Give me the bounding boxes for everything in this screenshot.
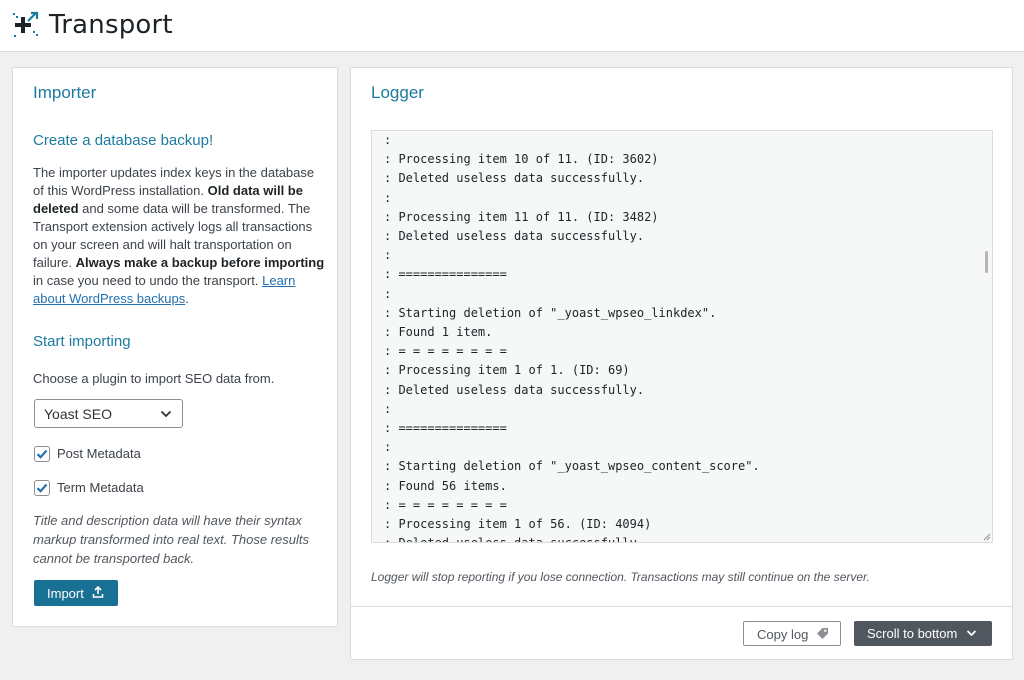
scroll-to-bottom-label: Scroll to bottom [867,626,958,641]
log-scrollbar[interactable] [985,251,988,273]
chevron-down-icon [160,410,172,418]
chevron-down-icon [966,630,977,637]
log-line: : [384,248,392,263]
app-title: Transport [49,10,173,40]
log-line: : =============== [384,267,507,282]
log-line: : Starting deletion of "_yoast_wpseo_con… [384,459,760,474]
backup-heading: Create a database backup! [33,132,214,149]
log-line: : Deleted useless data successfully. [384,382,645,397]
transform-note: Title and description data will have the… [33,513,310,566]
copy-log-label: Copy log [757,627,809,642]
log-line: : =============== [384,421,507,436]
log-line: : [384,401,392,416]
logger-connection-note: Logger will stop reporting if you lose c… [371,570,870,584]
log-line: : Processing item 11 of 11. (ID: 3482) [384,209,659,224]
import-button[interactable]: Import [34,580,118,606]
log-line: : Starting deletion of "_yoast_wpseo_lin… [384,305,717,320]
logger-title: Logger [371,83,424,102]
upload-icon [92,586,104,598]
choose-plugin-label: Choose a plugin to import SEO data from. [33,371,275,386]
plugin-select-value: Yoast SEO [44,406,112,422]
import-button-label: Import [47,586,84,601]
resize-handle-icon[interactable] [982,532,991,541]
log-line: : Processing item 1 of 1. (ID: 69) [384,363,630,378]
log-line: : = = = = = = = = [384,497,507,512]
term-metadata-label: Term Metadata [57,480,144,495]
tag-icon [817,628,828,639]
plugin-select[interactable]: Yoast SEO [34,399,183,428]
importer-panel: Importer Create a database backup! The i… [12,67,338,627]
log-line: : [384,190,392,205]
top-bar: Transport [0,0,1024,52]
logger-panel: Logger :: Processing item 10 of 11. (ID:… [350,67,1013,660]
post-metadata-checkbox[interactable] [34,446,50,462]
copy-log-button[interactable]: Copy log [743,621,841,646]
log-line: : [384,133,392,147]
importer-title: Importer [33,83,97,102]
log-line: : [384,286,392,301]
log-line: : Processing item 10 of 11. (ID: 3602) [384,152,659,167]
backup-description: The importer updates index keys in the d… [33,165,325,306]
log-line: : Found 1 item. [384,325,493,340]
transport-logo-icon [13,11,39,37]
scroll-to-bottom-button[interactable]: Scroll to bottom [854,621,992,646]
log-line: : Deleted useless data successfully. [384,229,645,244]
logger-footer-divider [351,606,1012,607]
start-importing-heading: Start importing [33,333,131,350]
log-lines: :: Processing item 10 of 11. (ID: 3602):… [384,131,760,542]
log-line: : Deleted useless data successfully. [384,171,645,186]
checkmark-icon [36,483,48,493]
log-line: : [384,440,392,455]
log-line: : = = = = = = = = [384,344,507,359]
term-metadata-checkbox[interactable] [34,480,50,496]
log-output[interactable]: :: Processing item 10 of 11. (ID: 3602):… [371,130,993,543]
log-line: : Processing item 1 of 56. (ID: 4094) [384,517,652,532]
log-line: : Deleted useless data successfully. [384,534,760,542]
checkmark-icon [36,449,48,459]
post-metadata-label: Post Metadata [57,446,141,461]
log-line: : Found 56 items. [384,478,507,493]
